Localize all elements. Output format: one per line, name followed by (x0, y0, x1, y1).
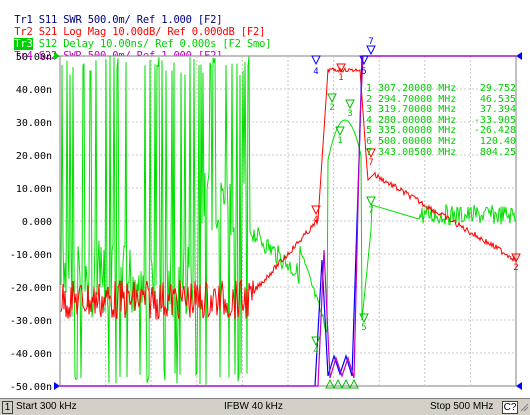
start-frequency[interactable]: Start 300 kHz (16, 401, 77, 412)
measurement-plot[interactable]: 50.00n 40.00n 30.00n 20.00n 10.00n 0.000 -10.0… (0, 0, 530, 398)
marker-frequency: 500.00000 MHz (378, 135, 457, 147)
marker-value: 29.752 (479, 83, 516, 94)
vna-window: { "traces": [ {"id":"Tr1","param":"S11",… (0, 0, 530, 415)
marker-number-label: 1 (338, 73, 343, 83)
marker-number-label: 4 (313, 67, 318, 77)
y-tick-label: 40.00n (16, 85, 52, 96)
marker-number-label: 7 (368, 158, 373, 168)
marker-number: 1 (366, 83, 373, 94)
y-tick-label: 50.00n (16, 52, 52, 63)
y-tick-label: -40.00n (10, 349, 52, 360)
y-tick-label: 30.00n (16, 118, 52, 129)
marker-number: 7 (366, 146, 373, 158)
marker-number: 3 (366, 104, 373, 116)
y-tick-label: 20.00n (16, 151, 52, 162)
marker-number-label: 7 (368, 37, 373, 47)
marker-number-label: 3 (347, 109, 352, 119)
calibration-status[interactable]: C? (502, 401, 518, 414)
marker-number-label: 5 (361, 67, 366, 77)
marker-row[interactable]: 6 500.00000 MHz 120.40 (366, 135, 516, 148)
marker-flag-icon[interactable] (366, 45, 376, 56)
y-tick-label: 0.000 (22, 217, 52, 228)
y-tick-label: -10.00n (10, 250, 52, 261)
marker-row[interactable]: 7 343.00500 MHz 804.25 (366, 146, 516, 159)
marker-number-label: 7 (368, 206, 373, 216)
marker-row[interactable]: 1 307.20000 MHz 29.752 (366, 83, 516, 95)
ref-arrow-icon[interactable] (54, 52, 60, 60)
marker-number: 4 (366, 114, 373, 126)
y-tick-label: -30.00n (10, 316, 52, 327)
resize-grip-icon (520, 401, 529, 412)
y-tick-label: -50.00n (10, 382, 52, 393)
y-tick-label: 10.00n (16, 184, 52, 195)
marker-frequency: 343.00500 MHz (378, 146, 457, 158)
status-bar: 1 Start 300 kHz IFBW 40 kHz Stop 500 MHz… (0, 398, 530, 415)
channel-indicator[interactable]: 1 (2, 401, 13, 414)
marker-number-label: 2 (513, 263, 518, 273)
marker-number: 5 (366, 125, 373, 137)
ref-arrow-icon[interactable] (516, 382, 522, 390)
marker-number-label: 5 (361, 323, 366, 333)
marker-number: 6 (366, 135, 373, 147)
marker-value: 804.25 (479, 146, 516, 158)
ifbw-label[interactable]: IFBW 40 kHz (224, 401, 283, 412)
marker-frequency: 307.20000 MHz (378, 83, 457, 94)
marker-table: 1 307.20000 MHz 29.752 2 294.70000 MHz 46.535… (366, 83, 516, 159)
marker-number: 2 (366, 93, 373, 105)
marker-number-label: 2 (329, 103, 334, 113)
marker-value: 120.40 (479, 135, 516, 147)
marker-number-label: 4 (313, 346, 318, 356)
ref-arrow-icon[interactable] (54, 382, 60, 390)
marker-number-label: 1 (337, 136, 342, 146)
ref-arrow-icon[interactable] (516, 52, 522, 60)
marker-number-label: 4 (313, 215, 318, 225)
y-tick-label: -20.00n (10, 283, 52, 294)
stop-frequency[interactable]: Stop 500 MHz (430, 401, 493, 412)
